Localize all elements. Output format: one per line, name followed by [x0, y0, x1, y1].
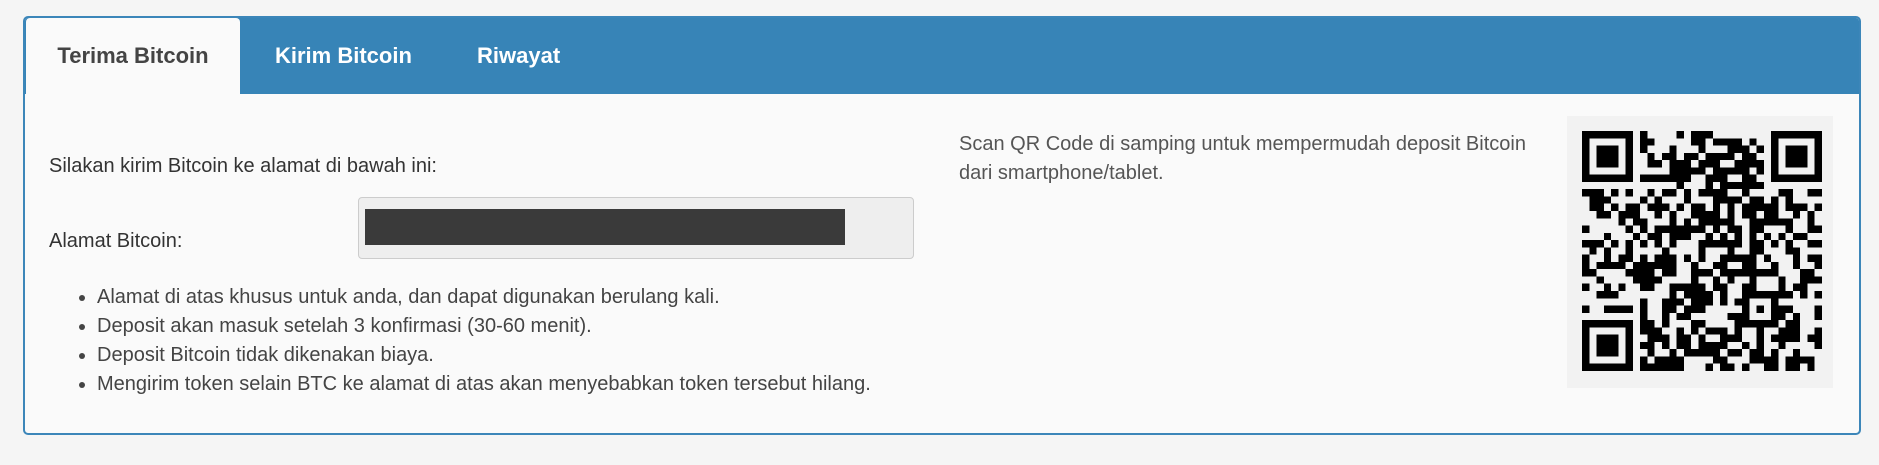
deposit-instruction: Silakan kirim Bitcoin ke alamat di bawah… — [49, 155, 437, 177]
bitcoin-address-field[interactable] — [358, 197, 914, 259]
address-redaction — [365, 209, 845, 245]
receive-panel: Terima Bitcoin Kirim Bitcoin Riwayat Sil… — [23, 16, 1861, 435]
qr-code-image — [1582, 131, 1822, 371]
deposit-notes: Alamat di atas khusus untuk anda, dan da… — [49, 283, 871, 399]
address-label: Alamat Bitcoin: — [49, 230, 183, 252]
tab-terima-bitcoin[interactable]: Terima Bitcoin — [26, 18, 240, 94]
tab-riwayat[interactable]: Riwayat — [477, 18, 560, 94]
note-item: Deposit akan masuk setelah 3 konfirmasi … — [97, 312, 871, 341]
note-item: Alamat di atas khusus untuk anda, dan da… — [97, 283, 871, 312]
note-item: Mengirim token selain BTC ke alamat di a… — [97, 370, 871, 399]
qr-hint-text: Scan QR Code di samping untuk mempermuda… — [959, 133, 1526, 184]
tab-kirim-bitcoin[interactable]: Kirim Bitcoin — [275, 18, 412, 94]
tab-bar: Terima Bitcoin Kirim Bitcoin Riwayat — [25, 18, 1859, 94]
qr-code — [1567, 116, 1833, 388]
note-item: Deposit Bitcoin tidak dikenakan biaya. — [97, 341, 871, 370]
